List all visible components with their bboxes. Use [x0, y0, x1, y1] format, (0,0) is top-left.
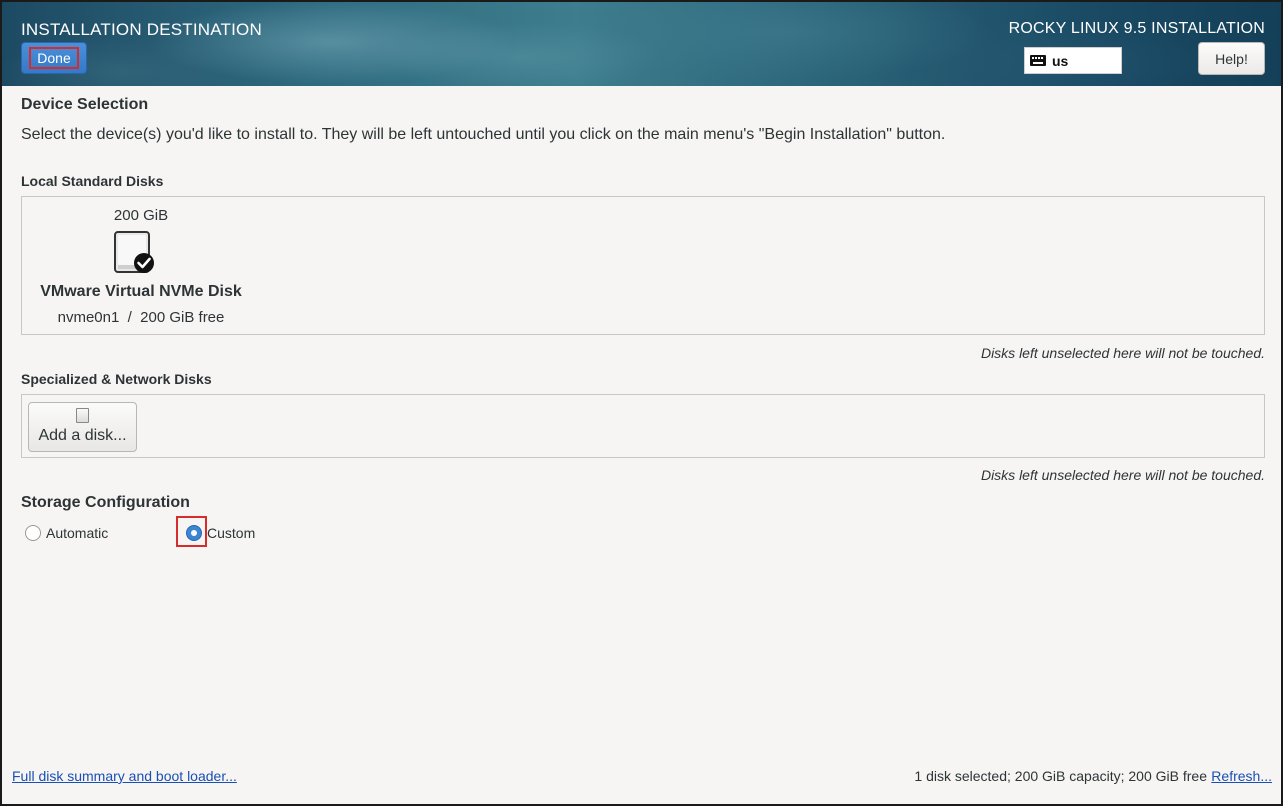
- disk-details: nvme0n1 / 200 GiB free: [57, 309, 225, 326]
- keyboard-icon: [1030, 55, 1046, 66]
- disk-size: 200 GiB: [113, 207, 169, 224]
- network-disks-panel: Add a disk...: [21, 394, 1265, 458]
- local-disks-hint: Disks left unselected here will not be t…: [980, 345, 1265, 361]
- installer-window: INSTALLATION DESTINATION Done ROCKY LINU…: [2, 2, 1281, 804]
- local-disks-heading: Local Standard Disks: [21, 173, 164, 189]
- disk-name: VMware Virtual NVMe Disk: [40, 283, 242, 300]
- keyboard-layout-indicator[interactable]: us: [1024, 47, 1122, 74]
- disk-summary-link[interactable]: Full disk summary and boot loader...: [12, 768, 237, 784]
- add-disk-button[interactable]: Add a disk...: [28, 402, 137, 452]
- device-selection-intro: Select the device(s) you'd like to insta…: [21, 126, 946, 143]
- done-button[interactable]: Done: [21, 42, 87, 74]
- disk-vmware-nvme[interactable]: 200 GiB VMware Virtual NVMe Disk nvme0n1…: [32, 205, 242, 326]
- header-bar: INSTALLATION DESTINATION Done ROCKY LINU…: [2, 2, 1281, 86]
- network-disks-hint: Disks left unselected here will not be t…: [980, 467, 1265, 483]
- local-disks-panel: 200 GiB VMware Virtual NVMe Disk nvme0n1…: [21, 196, 1265, 335]
- distro-title: ROCKY LINUX 9.5 INSTALLATION: [1008, 20, 1265, 37]
- done-button-label: Done: [29, 47, 79, 69]
- keyboard-layout-label: us: [1052, 52, 1069, 69]
- disk-status-summary: 1 disk selected; 200 GiB capacity; 200 G…: [914, 768, 1207, 784]
- hard-disk-selected-icon: [114, 231, 154, 273]
- radio-automatic-label: Automatic: [46, 525, 109, 541]
- radio-custom-label: Custom: [207, 525, 256, 541]
- radio-automatic-indicator[interactable]: [25, 525, 41, 541]
- network-disks-heading: Specialized & Network Disks: [21, 371, 212, 387]
- device-selection-heading: Device Selection: [21, 96, 149, 113]
- add-disk-label: Add a disk...: [38, 427, 127, 444]
- help-button[interactable]: Help!: [1198, 42, 1265, 75]
- radio-custom[interactable]: Custom: [186, 520, 255, 546]
- radio-custom-indicator[interactable]: [186, 525, 202, 541]
- radio-automatic[interactable]: Automatic: [25, 520, 108, 546]
- refresh-link[interactable]: Refresh...: [1211, 768, 1272, 784]
- disk-icon: [76, 408, 89, 423]
- page-title: INSTALLATION DESTINATION: [21, 20, 262, 39]
- storage-config-heading: Storage Configuration: [21, 494, 190, 511]
